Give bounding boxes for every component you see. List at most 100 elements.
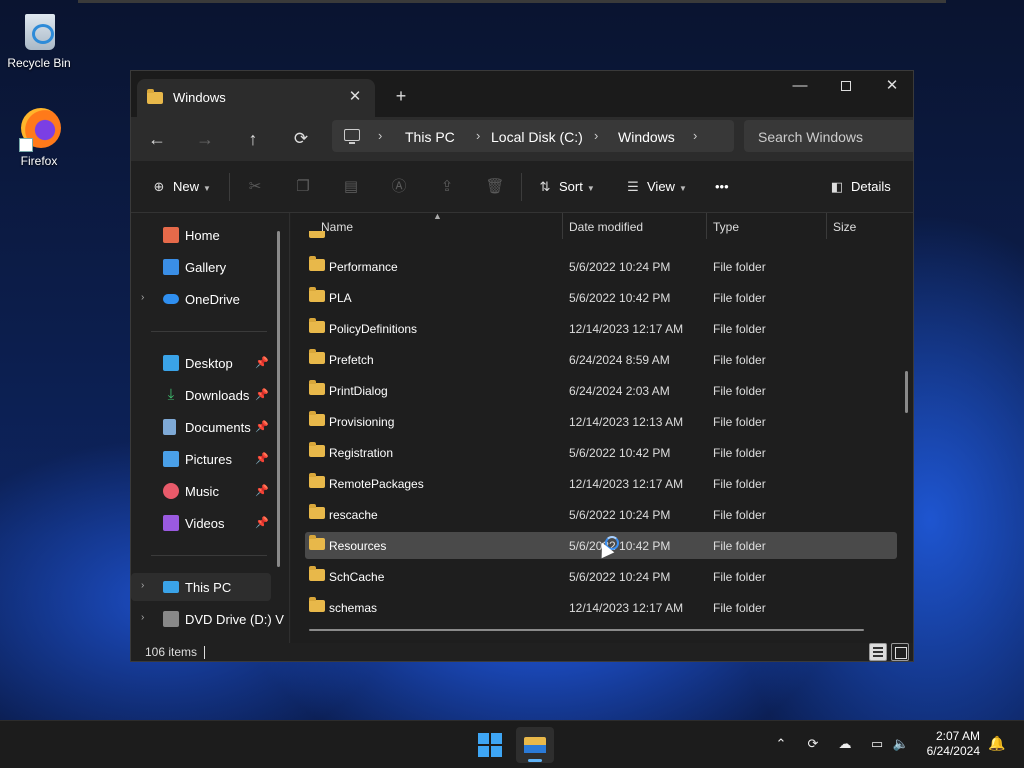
taskbar-file-explorer[interactable] [516,727,554,763]
partial-row [305,231,897,241]
expand-chevron-icon[interactable]: › [141,580,144,591]
update-sync-icon[interactable]: ⟳ [804,735,822,753]
table-row[interactable]: Registration 5/6/2022 10:42 PM File fold… [305,439,897,466]
sidebar-item-label: Gallery [185,260,227,275]
item-count: 106 items [145,645,198,659]
sidebar-item-home[interactable]: Home [131,221,271,249]
sidebar-item-gallery[interactable]: Gallery [131,253,271,281]
details-label: Details [851,179,891,194]
refresh-button[interactable]: ⟳ [285,124,317,154]
sidebar-scrollbar[interactable] [277,231,280,567]
folder-icon [309,380,325,395]
network-icon[interactable]: ▭ [868,735,886,753]
sidebar-item-music[interactable]: Music 📌 [131,477,271,505]
breadcrumb-windows[interactable]: Windows [618,129,675,145]
pin-icon: 📌 [255,389,269,401]
breadcrumb-separator: › [693,128,698,143]
dvd-drive-icon [163,611,179,627]
up-button[interactable]: ↑ [237,124,269,154]
sort-icon: ⇅ [539,179,551,194]
show-hidden-icons-icon[interactable]: ⌃ [772,735,790,753]
sort-label: Sort [559,179,583,194]
file-type: File folder [713,601,766,615]
videos-icon [163,515,179,531]
chevron-down-icon: ▼ [586,184,595,193]
vertical-scrollbar[interactable] [905,371,908,413]
sidebar-item-dvd-drive[interactable]: › DVD Drive (D:) V [131,605,284,633]
breadcrumb-separator: › [594,128,599,143]
tab-windows[interactable]: Windows ✕ [137,79,375,117]
tiles-view-button[interactable] [891,643,909,661]
pin-icon: 📌 [255,453,269,465]
file-name: PLA [329,291,352,305]
table-row[interactable]: PrintDialog 6/24/2024 2:03 AM File folde… [305,377,897,404]
no-network-icon[interactable]: ☁ [836,735,854,753]
breadcrumb-local-disk[interactable]: Local Disk (C:) [491,129,583,145]
expand-chevron-icon[interactable]: › [141,612,144,623]
sidebar-item-pictures[interactable]: Pictures 📌 [131,445,271,473]
folder-icon [309,473,325,488]
new-button[interactable]: ⊕ New ▼ [151,177,211,197]
table-row[interactable]: rescache 5/6/2022 10:24 PM File folder [305,501,897,528]
breadcrumb-this-pc[interactable]: This PC [405,129,455,145]
table-row[interactable]: Prefetch 6/24/2024 8:59 AM File folder [305,346,897,373]
taskbar-clock[interactable]: 2:07 AM 6/24/2024 [914,729,980,759]
details-pane-button[interactable]: ◧ Details [829,177,891,197]
taskbar: ⌃ ⟳ ☁ ▭ 🔈 2:07 AM 6/24/2024 🔔 [0,720,1024,768]
windows-logo-icon [491,733,502,744]
sidebar-item-label: OneDrive [185,292,240,307]
more-options-button[interactable]: ••• [715,177,729,197]
delete-icon[interactable]: 🗑 [485,177,505,197]
table-row[interactable]: RemotePackages 12/14/2023 12:17 AM File … [305,470,897,497]
notification-bell-icon[interactable]: 🔔 [988,735,1005,752]
maximize-button[interactable] [823,71,869,101]
share-icon[interactable]: ⇪ [437,177,457,197]
sidebar-item-onedrive[interactable]: › OneDrive [131,285,271,313]
table-row[interactable]: schemas 12/14/2023 12:17 AM File folder [305,594,897,621]
details-pane-icon: ◧ [830,179,844,194]
volume-icon[interactable]: 🔈 [892,735,910,753]
back-button[interactable]: ← [141,124,173,154]
rename-icon[interactable]: Ⓐ [389,177,409,197]
sidebar-item-this-pc[interactable]: › This PC [131,573,271,601]
expand-chevron-icon[interactable]: › [141,292,144,303]
table-row[interactable]: Provisioning 12/14/2023 12:13 AM File fo… [305,408,897,435]
recycle-bin-shortcut[interactable]: Recycle Bin [1,8,77,70]
navigation-bar: ← → ↑ ⟳ › This PC › Local Disk (C:) › Wi… [131,117,913,161]
search-box[interactable]: Search Windows [744,120,913,152]
minimize-button[interactable]: — [777,71,823,101]
table-row[interactable]: PLA 5/6/2022 10:42 PM File folder [305,284,897,311]
forward-button[interactable]: → [189,124,221,154]
copy-icon[interactable]: ❐ [293,177,313,197]
paste-icon[interactable]: ▤ [341,177,361,197]
view-button[interactable]: ☰ View ▼ [625,177,687,197]
sort-button[interactable]: ⇅ Sort ▼ [537,177,595,197]
horizontal-scrollbar[interactable] [309,629,864,631]
file-type: File folder [713,353,766,367]
sidebar-item-label: Downloads [185,388,250,403]
file-name: rescache [329,508,378,522]
cut-icon[interactable]: ✂ [245,177,265,197]
file-list: ▲ Name Date modified Type Size Performan… [291,211,913,643]
table-row[interactable]: Performance 5/6/2022 10:24 PM File folde… [305,253,897,280]
sidebar-item-desktop[interactable]: Desktop 📌 [131,349,271,377]
file-type: File folder [713,508,766,522]
firefox-shortcut[interactable]: Firefox [1,106,77,168]
table-row[interactable]: SchCache 5/6/2022 10:24 PM File folder [305,563,897,590]
table-row[interactable]: PolicyDefinitions 12/14/2023 12:17 AM Fi… [305,315,897,342]
start-button[interactable] [478,733,502,757]
status-bar: 106 items [131,643,913,661]
tab-close-button[interactable]: ✕ [345,87,365,107]
file-name: Resources [329,539,387,553]
close-window-button[interactable]: ✕ [869,71,913,101]
sidebar-item-videos[interactable]: Videos 📌 [131,509,271,537]
folder-icon [309,442,325,457]
sidebar-item-downloads[interactable]: ⤓ Downloads 📌 [131,381,271,409]
file-explorer-window: Windows ✕ + — ✕ ← → ↑ ⟳ › This PC › Loca… [130,70,914,662]
pane-divider[interactable] [289,213,290,643]
file-date: 6/24/2024 2:03 AM [569,384,670,398]
sidebar-item-documents[interactable]: Documents 📌 [131,413,271,441]
details-view-button[interactable] [869,643,887,661]
new-tab-button[interactable]: + [389,85,413,109]
address-bar[interactable]: › This PC › Local Disk (C:) › Windows › [332,120,734,152]
